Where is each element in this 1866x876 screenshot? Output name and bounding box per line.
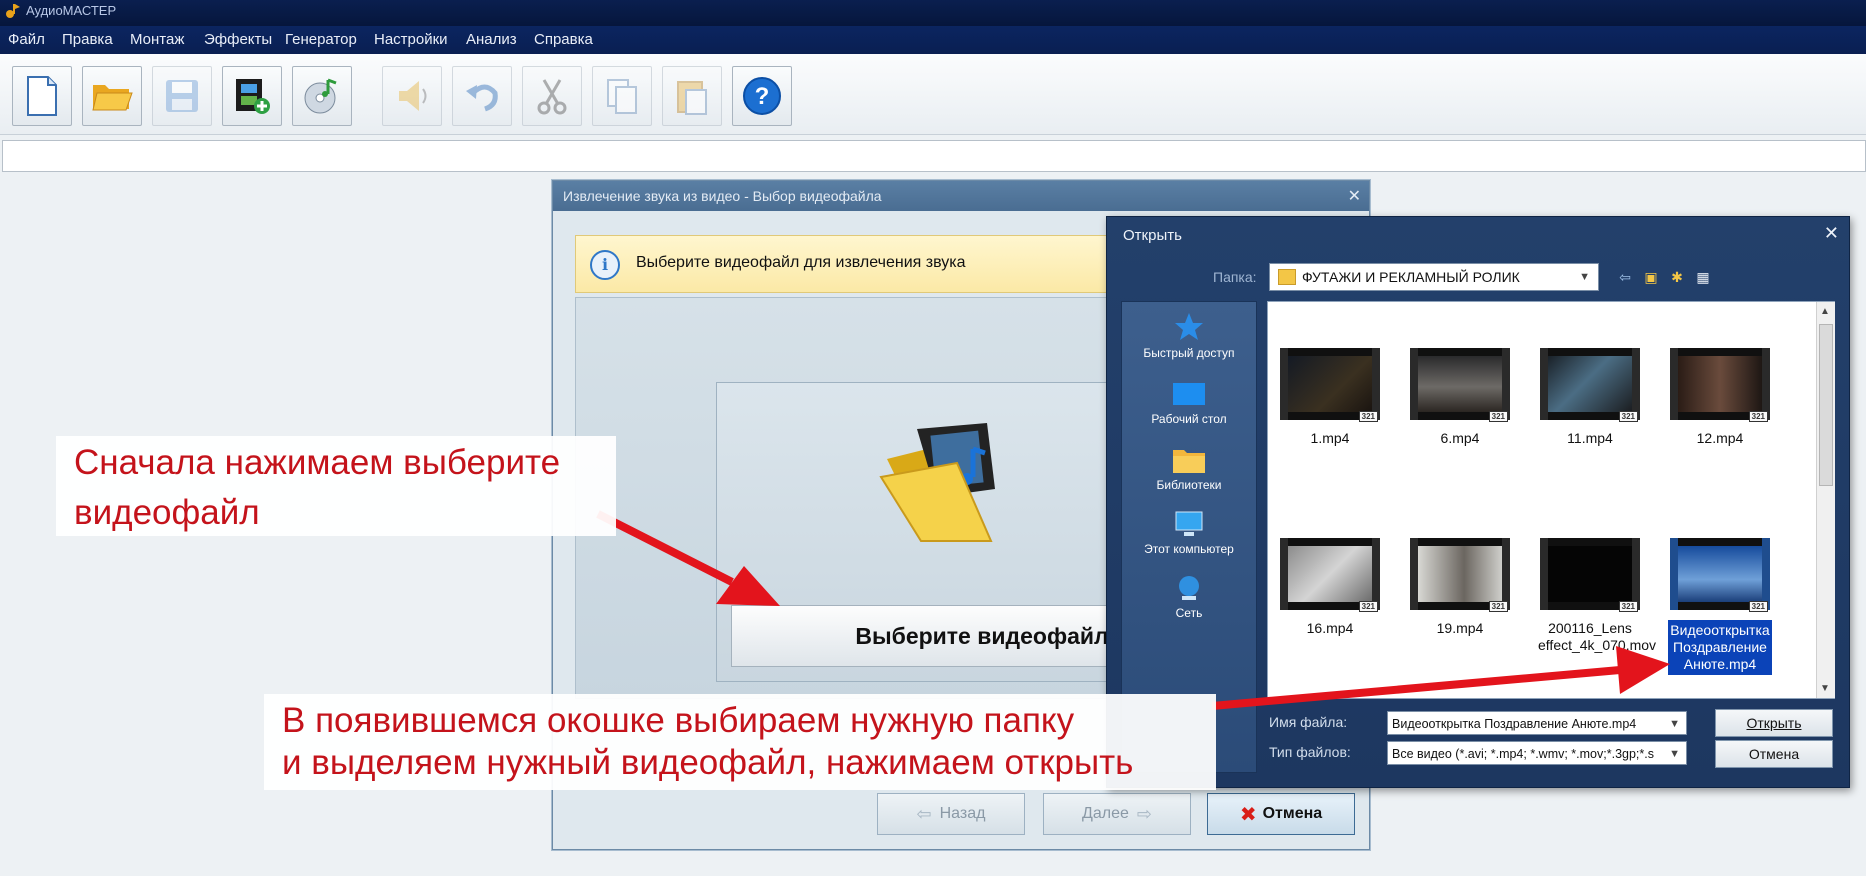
arrow-to-choose-button: [596, 510, 734, 586]
callout-second-step: В появившемся окошке выбираем нужную пап…: [264, 694, 1216, 790]
callout-second-line2: и выделяем нужный видеофайл, нажимаем от…: [282, 743, 1134, 782]
arrow-head-2: [1616, 646, 1670, 694]
callout-second-line1: В появившемся окошке выбираем нужную пап…: [282, 701, 1075, 740]
arrow-head-1: [716, 566, 780, 606]
callout-first-step: Сначала нажимаем выберите видеофайл: [56, 436, 616, 536]
arrow-to-selected-file: [1211, 666, 1621, 710]
